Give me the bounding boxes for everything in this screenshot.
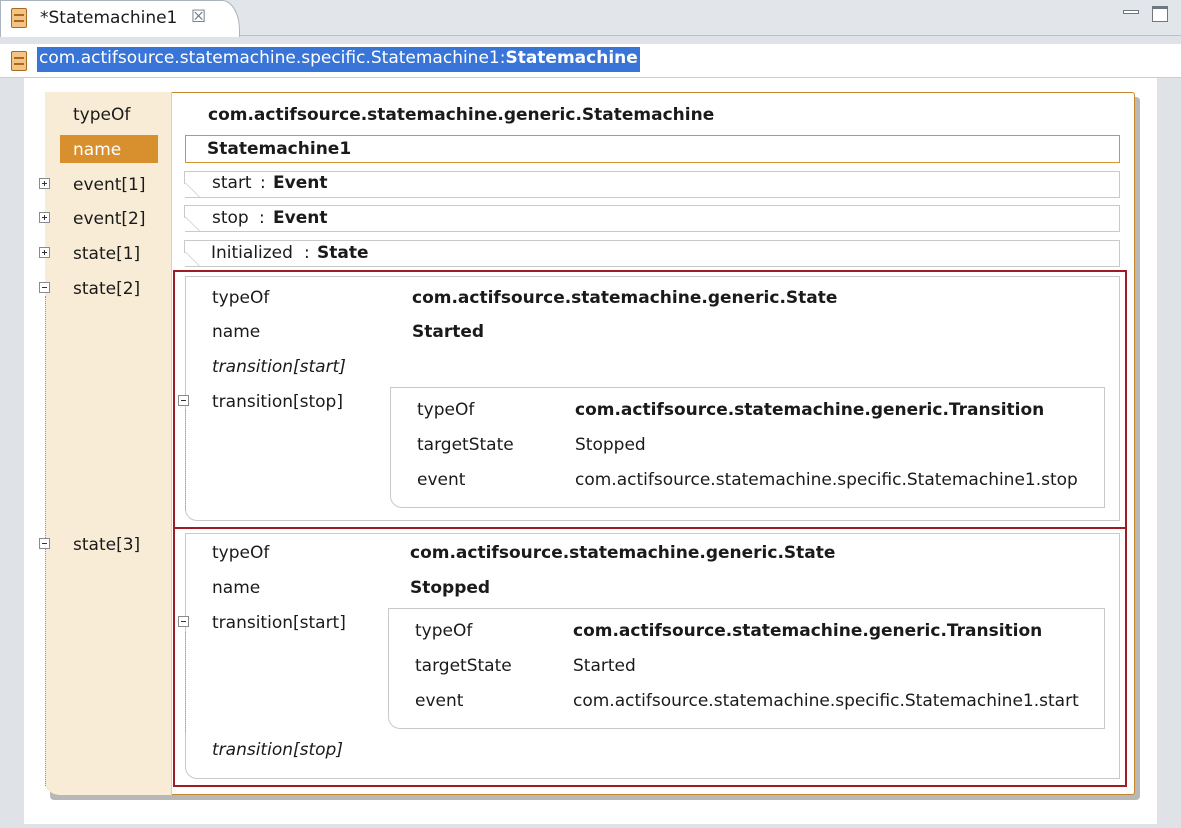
- close-tab-icon[interactable]: ☒: [191, 7, 206, 27]
- state-3-transition-event-value[interactable]: com.actifsource.statemachine.specific.St…: [573, 691, 1079, 711]
- property-label-column: [45, 92, 172, 795]
- state-3-name-label: name: [212, 578, 261, 598]
- statemachine-typeof-value: com.actifsource.statemachine.generic.Sta…: [208, 105, 715, 125]
- label-typeof: typeOf: [73, 105, 131, 125]
- label-state-1: state[1]: [73, 244, 141, 264]
- tree-guide-line: [185, 410, 186, 510]
- state-2-name-label: name: [212, 322, 261, 342]
- state-2-transition-target-label: targetState: [417, 435, 514, 455]
- minimize-icon[interactable]: [1123, 10, 1139, 14]
- state-2-typeof-label: typeOf: [212, 288, 270, 308]
- resource-document-icon: [11, 51, 27, 71]
- state-2-transition-target-value[interactable]: Stopped: [575, 435, 646, 455]
- collapse-minus-icon[interactable]: [178, 395, 189, 406]
- label-name: name: [73, 140, 122, 160]
- collapse-minus-icon[interactable]: [39, 538, 50, 549]
- state-3-transition-typeof-label: typeOf: [415, 621, 473, 641]
- resource-path-type: Statemachine: [505, 48, 638, 68]
- expand-plus-icon[interactable]: [39, 212, 50, 223]
- event-2-separator: :: [259, 208, 265, 228]
- maximize-icon[interactable]: [1152, 6, 1168, 22]
- name-field[interactable]: Statemachine1: [185, 135, 1120, 163]
- state-1-type: State: [317, 243, 369, 263]
- resource-document-icon: [11, 8, 27, 28]
- state-2-name-value[interactable]: Started: [412, 322, 484, 342]
- event-1-reference[interactable]: start : Event: [184, 171, 1120, 198]
- state-2-transition-start-label[interactable]: transition[start]: [212, 357, 346, 377]
- state-3-transition-target-label: targetState: [415, 656, 512, 676]
- event-1-name: start: [212, 173, 252, 193]
- tree-guide-line: [185, 632, 186, 732]
- state-3-transition-start-label: transition[start]: [212, 613, 346, 633]
- event-2-type: Event: [273, 208, 328, 228]
- state-1-separator: :: [304, 243, 310, 263]
- state-3-transition-stop-label[interactable]: transition[stop]: [212, 740, 343, 760]
- event-2-name: stop: [212, 208, 249, 228]
- state-2-transition-stop-label: transition[stop]: [212, 392, 343, 412]
- state-1-name: Initialized: [211, 243, 293, 263]
- resource-path-qualified: com.actifsource.statemachine.specific.St…: [39, 48, 506, 68]
- state-3-typeof-label: typeOf: [212, 543, 270, 563]
- state-3-name-value[interactable]: Stopped: [410, 578, 490, 598]
- state-2-transition-typeof-value: com.actifsource.statemachine.generic.Tra…: [575, 400, 1045, 420]
- state-3-transition-typeof-value: com.actifsource.statemachine.generic.Tra…: [573, 621, 1043, 641]
- event-1-separator: :: [260, 173, 266, 193]
- expand-plus-icon[interactable]: [39, 247, 50, 258]
- tab-title: *Statemachine1: [40, 8, 178, 28]
- editor-tab[interactable]: *Statemachine1 ☒: [0, 0, 240, 37]
- state-3-typeof-value: com.actifsource.statemachine.generic.Sta…: [410, 543, 836, 563]
- resource-header: com.actifsource.statemachine.specific.St…: [0, 44, 1181, 78]
- label-state-2: state[2]: [73, 279, 141, 299]
- event-2-reference[interactable]: stop : Event: [184, 205, 1120, 232]
- state-2-typeof-value: com.actifsource.statemachine.generic.Sta…: [412, 288, 838, 308]
- resource-path[interactable]: com.actifsource.statemachine.specific.St…: [37, 47, 640, 72]
- state-3-transition-target-value[interactable]: Started: [573, 656, 636, 676]
- collapse-minus-icon[interactable]: [178, 616, 189, 627]
- state-3-transition-event-label: event: [415, 691, 464, 711]
- label-event-1: event[1]: [73, 175, 146, 195]
- expand-plus-icon[interactable]: [39, 178, 50, 189]
- name-field-value: Statemachine1: [207, 139, 352, 159]
- event-1-type: Event: [273, 173, 328, 193]
- state-2-transition-event-value[interactable]: com.actifsource.statemachine.specific.St…: [575, 470, 1078, 490]
- label-state-3: state[3]: [73, 535, 141, 555]
- label-event-2: event[2]: [73, 209, 146, 229]
- state-2-transition-event-label: event: [417, 470, 466, 490]
- state-1-reference[interactable]: Initialized : State: [184, 240, 1120, 267]
- state-2-transition-typeof-label: typeOf: [417, 400, 475, 420]
- collapse-minus-icon[interactable]: [39, 282, 50, 293]
